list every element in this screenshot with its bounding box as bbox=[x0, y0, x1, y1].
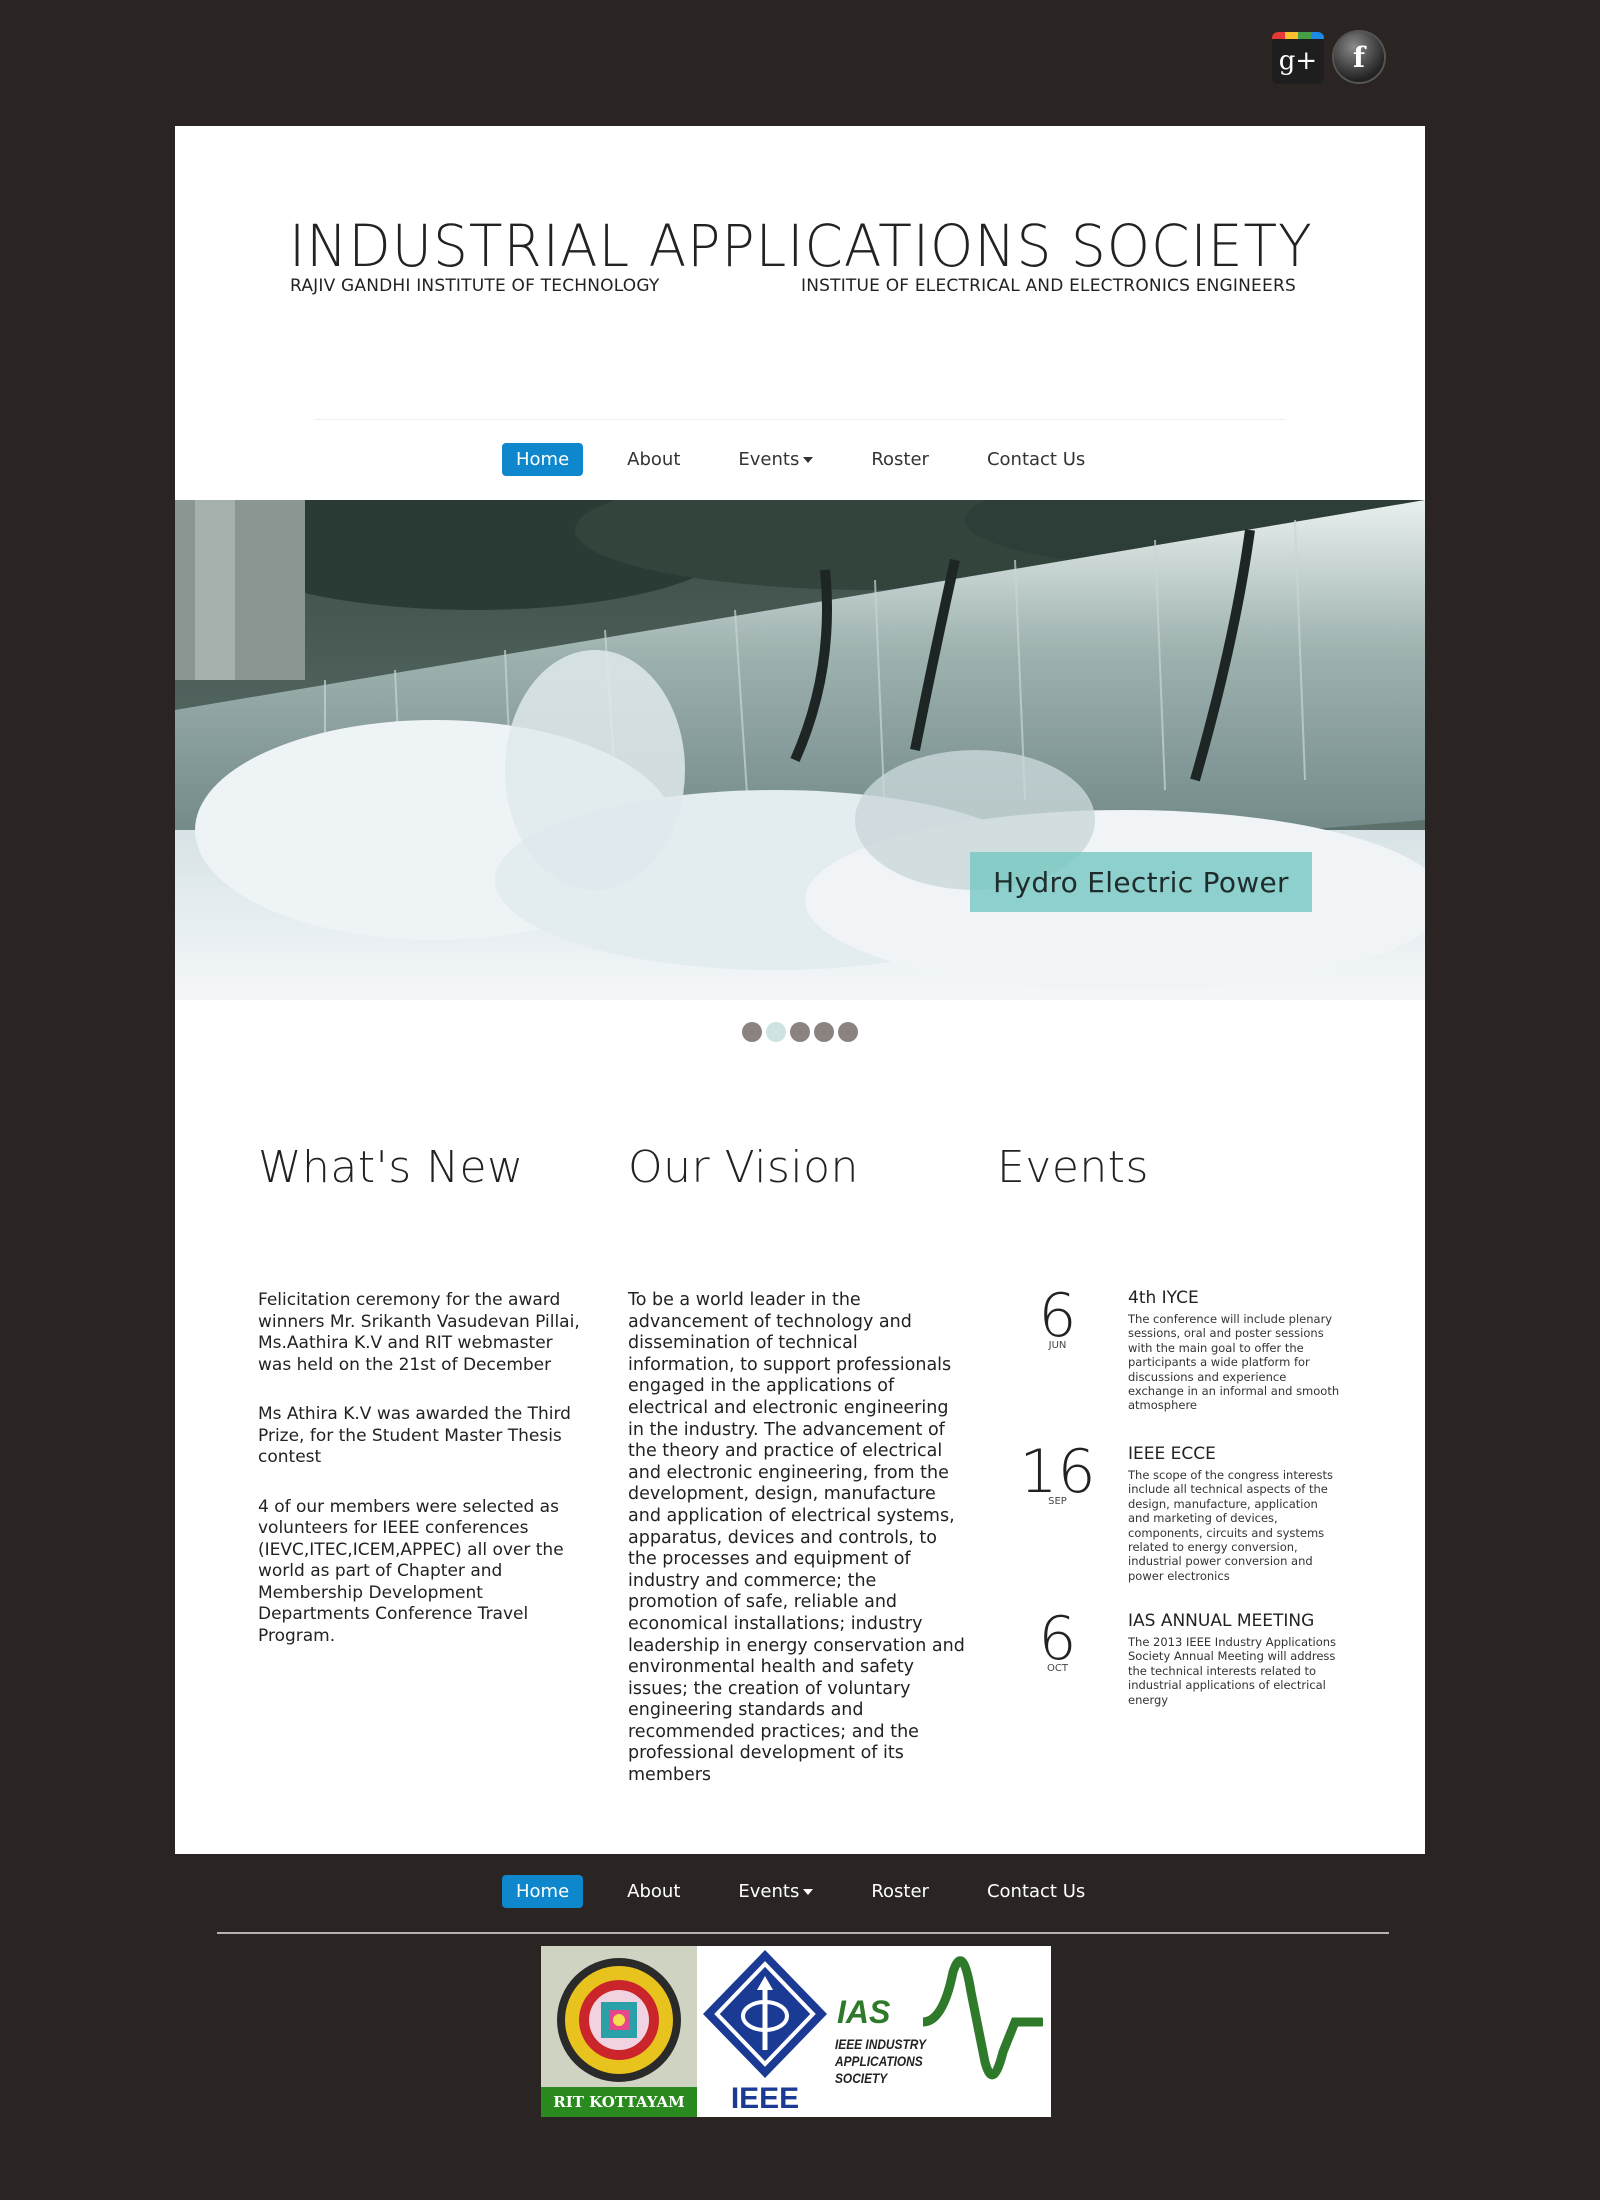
event-month: OCT bbox=[1047, 1663, 1068, 1674]
news-item: Ms Athira K.V was awarded the Third Priz… bbox=[258, 1404, 571, 1467]
news-item: Felicitation ceremony for the award winn… bbox=[258, 1290, 580, 1375]
nav-about[interactable]: About bbox=[613, 443, 694, 476]
event-date: 16 SEP bbox=[1000, 1437, 1115, 1507]
caret-down-icon bbox=[803, 1889, 814, 1895]
event-description: The conference will include plenary sess… bbox=[1128, 1312, 1340, 1413]
footer-nav-events[interactable]: Events bbox=[724, 1875, 827, 1908]
ias-waveform-icon bbox=[923, 1956, 1043, 2080]
nav-home[interactable]: Home bbox=[502, 443, 584, 476]
footer-nav-home-label: Home bbox=[516, 1881, 570, 1902]
nav-contact[interactable]: Contact Us bbox=[973, 443, 1099, 476]
nav-contact-label: Contact Us bbox=[986, 449, 1086, 470]
site-title: INDUSTRIAL APPLICATIONS SOCIETY bbox=[289, 212, 1313, 280]
nav-roster[interactable]: Roster bbox=[857, 443, 943, 476]
footer-nav-about[interactable]: About bbox=[613, 1875, 694, 1908]
ias-subtitle: IEEE INDUSTRY APPLICATIONS SOCIETY bbox=[835, 2036, 926, 2086]
footer-nav: Home About Events Roster Contact Us bbox=[502, 1875, 1129, 1908]
slider-dots bbox=[742, 1022, 858, 1042]
event-day: 6 bbox=[1038, 1281, 1077, 1351]
rit-logo: RIT KOTTAYAM bbox=[541, 1946, 697, 2117]
event-day: 6 bbox=[1038, 1604, 1077, 1674]
slider-dot[interactable] bbox=[838, 1022, 858, 1042]
footer-nav-contact[interactable]: Contact Us bbox=[973, 1875, 1099, 1908]
facebook-icon[interactable]: f bbox=[1334, 32, 1384, 82]
slider-dot[interactable] bbox=[790, 1022, 810, 1042]
slide-caption: Hydro Electric Power bbox=[970, 852, 1312, 912]
slider-dot-active[interactable] bbox=[766, 1022, 786, 1042]
event-date: 6 JUN bbox=[1000, 1281, 1115, 1351]
hero-image bbox=[175, 500, 1425, 1000]
event-day: 16 bbox=[1019, 1437, 1096, 1507]
event-title: IAS ANNUAL MEETING bbox=[1128, 1611, 1315, 1631]
vision-heading: Our Vision bbox=[628, 1142, 859, 1193]
rit-band: RIT KOTTAYAM bbox=[541, 2087, 697, 2117]
google-plus-icon[interactable]: g+ bbox=[1272, 32, 1324, 84]
event-month: SEP bbox=[1048, 1496, 1067, 1507]
footer-nav-events-label: Events bbox=[738, 1881, 800, 1902]
footer-nav-contact-label: Contact Us bbox=[986, 1881, 1086, 1902]
footer-nav-roster[interactable]: Roster bbox=[857, 1875, 943, 1908]
nav-roster-label: Roster bbox=[871, 449, 929, 470]
whats-new-list: Felicitation ceremony for the award winn… bbox=[258, 1290, 588, 1675]
nav-about-label: About bbox=[627, 449, 681, 470]
ias-label: IAS bbox=[837, 1994, 891, 2030]
ieee-diamond-icon bbox=[703, 1950, 827, 2078]
footer-nav-roster-label: Roster bbox=[871, 1881, 929, 1902]
event-date: 6 OCT bbox=[1000, 1604, 1115, 1674]
footer-nav-home[interactable]: Home bbox=[502, 1875, 584, 1908]
news-item: 4 of our members were selected as volunt… bbox=[258, 1496, 564, 1646]
ias-logo: IAS IEEE INDUSTRY APPLICATIONS SOCIETY bbox=[833, 1946, 1051, 2117]
event-item[interactable]: 6 JUN 4th IYCE The conference will inclu… bbox=[1000, 1281, 1340, 1418]
subtitle-ieee: INSTITUE OF ELECTRICAL AND ELECTRONICS E… bbox=[801, 276, 1296, 296]
vision-text: To be a world leader in the advancement … bbox=[628, 1290, 965, 1786]
event-title: IEEE ECCE bbox=[1128, 1444, 1216, 1464]
subtitle-institute: RAJIV GANDHI INSTITUTE OF TECHNOLOGY bbox=[290, 276, 660, 296]
event-description: The 2013 IEEE Industry Applications Soci… bbox=[1128, 1635, 1337, 1707]
rit-label: RIT KOTTAYAM bbox=[553, 2093, 685, 2111]
header-divider bbox=[315, 419, 1285, 420]
event-item[interactable]: 16 SEP IEEE ECCE The scope of the congre… bbox=[1000, 1437, 1340, 1583]
slider-dot[interactable] bbox=[814, 1022, 834, 1042]
nav-home-label: Home bbox=[516, 449, 570, 470]
ieee-label: IEEE bbox=[730, 2082, 800, 2115]
event-item[interactable]: 6 OCT IAS ANNUAL MEETING The 2013 IEEE I… bbox=[1000, 1604, 1340, 1741]
main-nav: Home About Events Roster Contact Us bbox=[502, 443, 1129, 476]
events-heading: Events bbox=[997, 1142, 1149, 1193]
hero-slider[interactable]: Hydro Electric Power bbox=[175, 500, 1425, 1000]
slider-dot[interactable] bbox=[742, 1022, 762, 1042]
social-links: g+ f bbox=[1272, 32, 1384, 84]
event-title: 4th IYCE bbox=[1128, 1288, 1199, 1308]
nav-events[interactable]: Events bbox=[724, 443, 827, 476]
ieee-logo: IEEE bbox=[697, 1946, 833, 2117]
google-plus-glyph: g+ bbox=[1278, 45, 1318, 76]
event-month: JUN bbox=[1048, 1340, 1067, 1351]
facebook-glyph: f bbox=[1352, 40, 1366, 74]
google-plus-stripe bbox=[1272, 32, 1324, 39]
partner-logos: RIT KOTTAYAM IEEE IAS IEEE INDUSTRY APPL… bbox=[541, 1946, 1051, 2117]
nav-events-label: Events bbox=[738, 449, 800, 470]
rit-seal-icon bbox=[557, 1958, 681, 2082]
footer-divider bbox=[217, 1932, 1389, 1934]
whats-new-heading: What's New bbox=[258, 1142, 524, 1193]
footer-nav-about-label: About bbox=[627, 1881, 681, 1902]
caret-down-icon bbox=[803, 457, 814, 463]
event-description: The scope of the congress interests incl… bbox=[1128, 1468, 1333, 1583]
